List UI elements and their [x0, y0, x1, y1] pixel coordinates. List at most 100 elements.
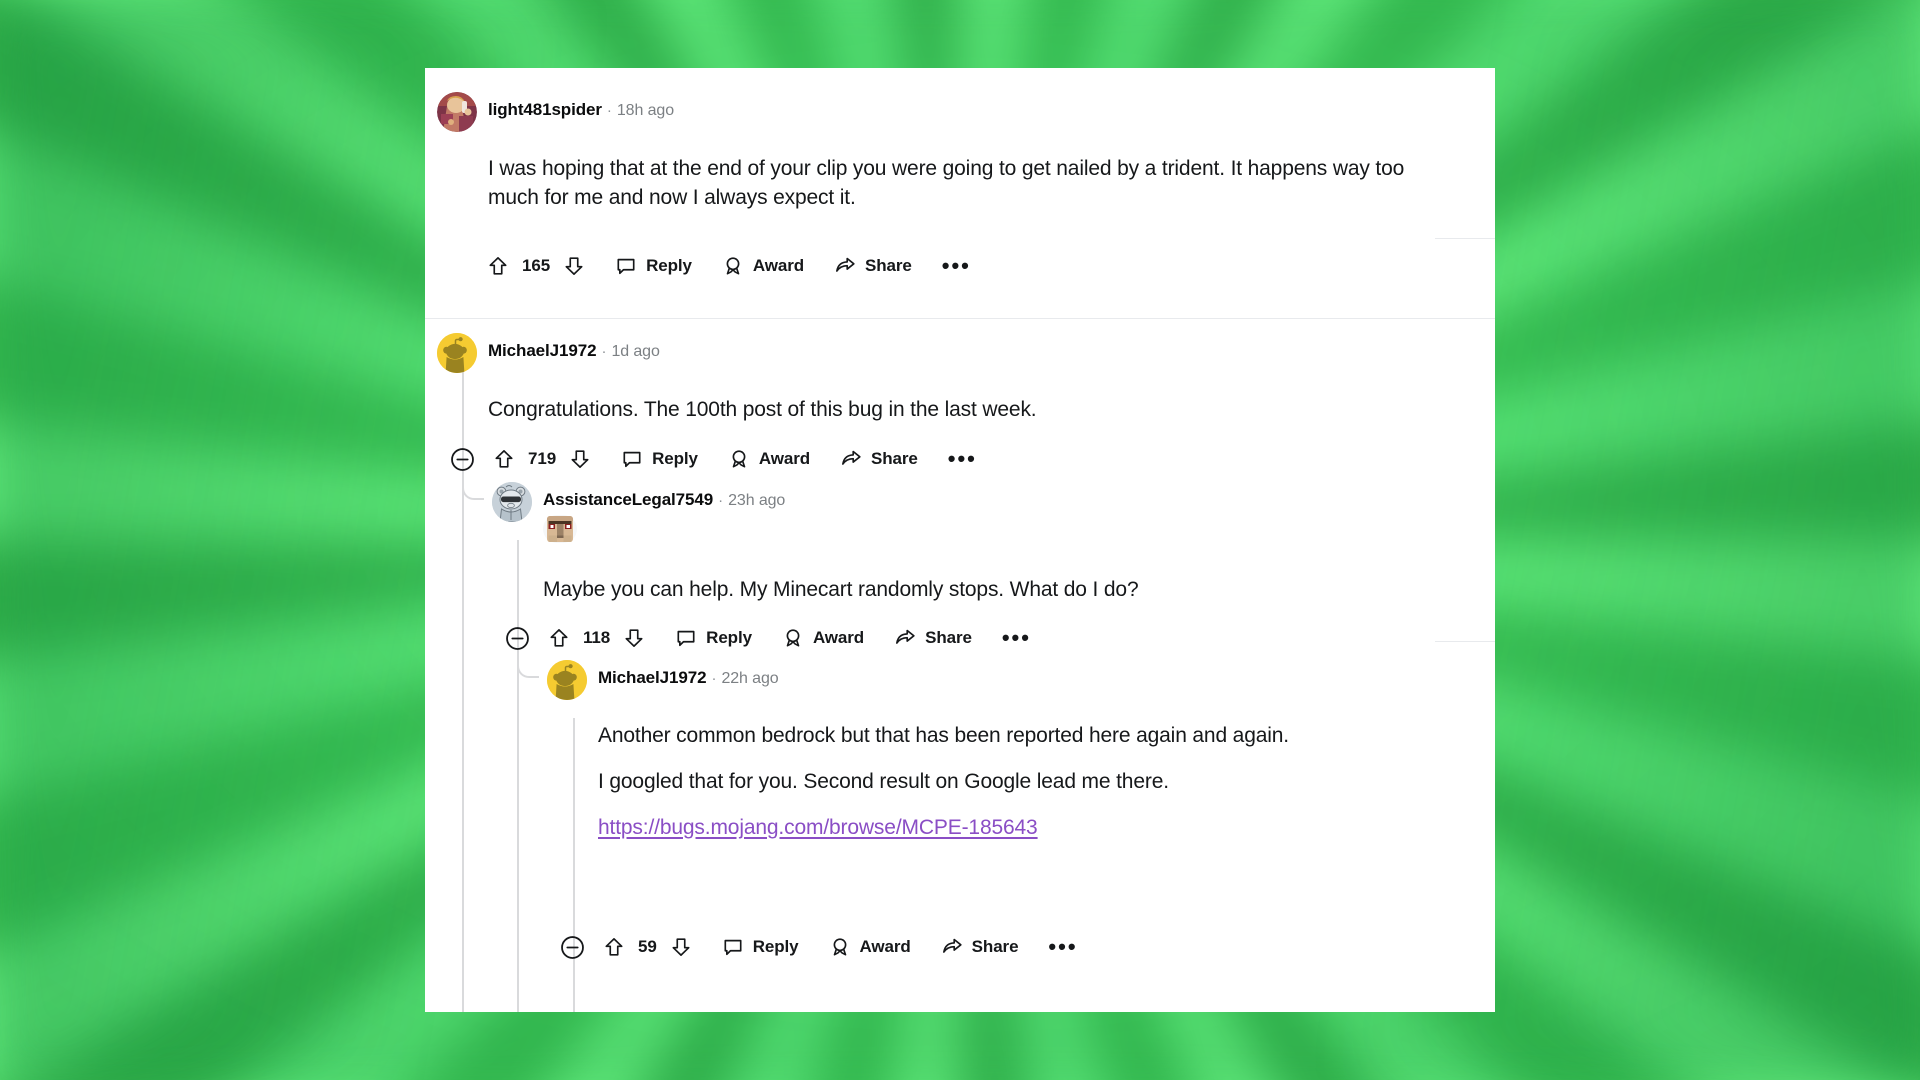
downvote-arrow-icon	[672, 938, 690, 956]
comment-thread-card: light481spider · 18h ago I was hoping that…	[425, 68, 1495, 1012]
award-label: Award	[812, 628, 865, 647]
award-ribbon-icon	[732, 450, 746, 468]
overflow-menu-icon: •••	[1001, 625, 1031, 651]
upvote-button[interactable]	[597, 936, 631, 958]
comment-actions: 118 Reply Award Share •••	[500, 616, 1037, 660]
award-ribbon-icon	[833, 938, 846, 956]
more-options-button[interactable]: •••	[936, 248, 977, 284]
share-label: Share	[871, 449, 918, 468]
comment-bubble-icon	[617, 258, 635, 275]
avatar[interactable]	[437, 92, 477, 132]
award-ribbon-icon	[726, 257, 740, 275]
downvote-button[interactable]	[617, 627, 651, 649]
comment-meta: light481spider · 18h ago	[488, 92, 674, 120]
downvote-arrow-icon	[565, 257, 583, 275]
award-button[interactable]: Award	[716, 248, 810, 284]
comment-header: light481spider · 18h ago	[437, 92, 674, 132]
comment-body: I was hoping that at the end of your cli…	[488, 155, 1418, 213]
downvote-button[interactable]	[563, 448, 597, 470]
award-button[interactable]: Award	[776, 620, 870, 656]
comment-paragraph: Another common bedrock but that has been…	[598, 724, 1289, 747]
comment-timestamp: 18h ago	[616, 102, 674, 119]
collapse-minus-circle-icon	[560, 935, 584, 959]
edge-divider	[1435, 238, 1495, 239]
comment-username[interactable]: MichaelJ1972	[598, 668, 707, 687]
comment-username[interactable]: MichaelJ1972	[488, 341, 597, 360]
more-options-button[interactable]: •••	[942, 441, 983, 477]
comment-body: Congratulations. The 100th post of this …	[488, 396, 1418, 425]
reply-label: Reply	[652, 449, 698, 468]
snoo-bear-sunglasses-icon	[492, 482, 532, 522]
downvote-button[interactable]	[557, 255, 591, 277]
upvote-button[interactable]	[481, 255, 515, 277]
more-options-button[interactable]: •••	[1042, 929, 1083, 965]
collapse-minus-circle-icon	[505, 626, 529, 650]
user-flair-badge[interactable]	[543, 515, 577, 543]
share-button[interactable]: Share	[888, 620, 978, 656]
comment-paragraph: Maybe you can help. My Minecart randomly…	[543, 578, 1139, 601]
comment-username[interactable]: AssistanceLegal7549	[543, 490, 713, 509]
share-button[interactable]: Share	[935, 929, 1025, 965]
minecraft-villager-face-icon	[547, 516, 573, 542]
upvote-button[interactable]	[487, 448, 521, 470]
comment-username[interactable]: light481spider	[488, 100, 602, 119]
collapse-button[interactable]	[500, 621, 534, 655]
comment-timestamp: 1d ago	[611, 343, 660, 360]
comment-body: Another common bedrock but that has been…	[598, 722, 1408, 843]
comment-paragraph: I googled that for you. Second result on…	[598, 769, 1169, 793]
comment-header: AssistanceLegal7549 · 23h ago	[492, 482, 785, 547]
overflow-menu-icon: •••	[1048, 934, 1078, 960]
avatar[interactable]	[547, 660, 587, 700]
share-label: Share	[971, 937, 1019, 956]
share-label: Share	[865, 256, 912, 275]
upvote-arrow-icon	[605, 938, 623, 956]
downvote-arrow-icon	[571, 450, 589, 468]
vote-group: 719	[487, 441, 597, 477]
more-options-button[interactable]: •••	[996, 620, 1037, 656]
comment-actions: 165 Reply Award Share •••	[481, 244, 977, 288]
share-arrow-icon	[896, 629, 915, 644]
share-button[interactable]: Share	[828, 248, 918, 284]
collapse-minus-circle-icon	[450, 447, 474, 471]
comment-timestamp: 22h ago	[721, 670, 779, 687]
collapse-button[interactable]	[555, 930, 589, 964]
award-button[interactable]: Award	[722, 441, 816, 477]
vote-score: 719	[528, 449, 557, 468]
award-label: Award	[859, 937, 911, 956]
avatar[interactable]	[437, 333, 477, 373]
comment-actions: 719 Reply Award Share •••	[445, 437, 983, 481]
snoo-yellow-icon	[547, 660, 587, 700]
comment-timestamp: 23h ago	[728, 492, 786, 509]
vote-score: 59	[638, 937, 657, 956]
external-link[interactable]: https://bugs.mojang.com/browse/MCPE-1856…	[598, 816, 1038, 839]
upvote-arrow-icon	[495, 450, 513, 468]
share-label: Share	[925, 628, 972, 647]
award-button[interactable]: Award	[823, 929, 917, 965]
upvote-arrow-icon	[489, 257, 507, 275]
comment-link-paragraph: https://bugs.mojang.com/browse/MCPE-1856…	[598, 814, 1408, 843]
vote-group: 118	[542, 620, 651, 656]
share-button[interactable]: Share	[834, 441, 924, 477]
comment-actions: 59 Reply Award Share •••	[555, 925, 1084, 969]
reply-button[interactable]: Reply	[669, 620, 758, 656]
comment-paragraph: I was hoping that at the end of your cli…	[488, 157, 1405, 209]
reply-label: Reply	[752, 937, 799, 956]
collapse-button[interactable]	[445, 442, 479, 476]
reply-button[interactable]: Reply	[716, 929, 805, 965]
reply-label: Reply	[646, 256, 692, 275]
edge-divider	[1435, 641, 1495, 642]
reply-button[interactable]: Reply	[609, 248, 698, 284]
downvote-button[interactable]	[664, 936, 698, 958]
reply-button[interactable]: Reply	[615, 441, 704, 477]
meta-separator: ·	[606, 102, 612, 119]
thread-rail-depth-2	[517, 540, 519, 1012]
thread-elbow-depth-3	[517, 658, 539, 678]
overflow-menu-icon: •••	[947, 446, 977, 472]
anime-portrait-icon	[437, 92, 477, 132]
award-label: Award	[752, 256, 805, 275]
comment-bubble-icon	[724, 939, 742, 956]
meta-separator: ·	[601, 343, 607, 360]
upvote-button[interactable]	[542, 627, 576, 649]
snoo-yellow-icon	[437, 333, 477, 373]
avatar[interactable]	[492, 482, 532, 522]
